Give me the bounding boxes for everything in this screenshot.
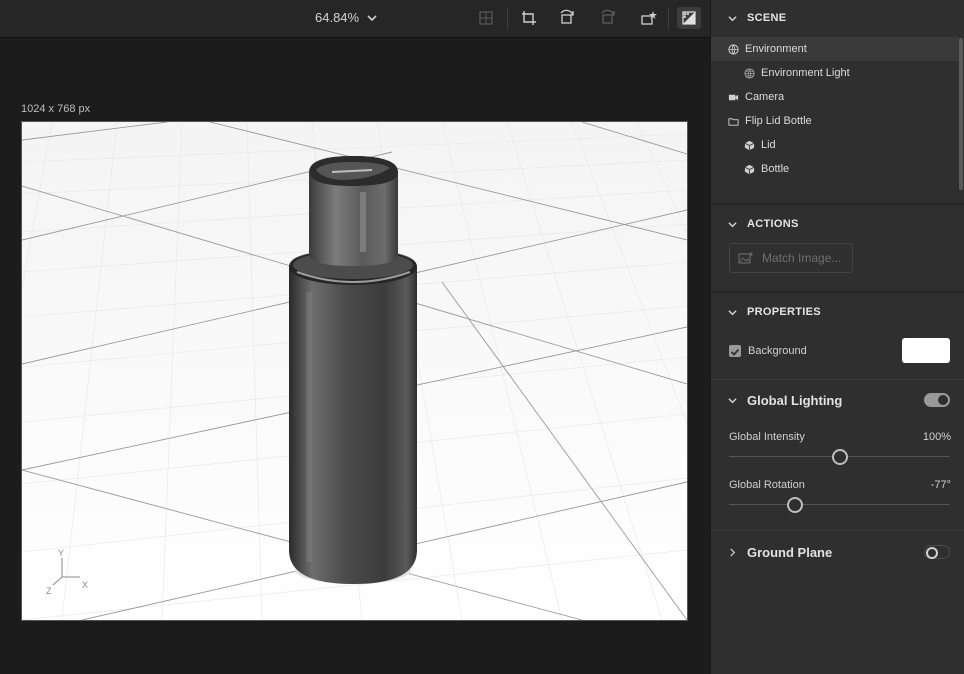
canvas-area: 1024 x 768 px Y X Z xyxy=(0,38,710,674)
cube-icon xyxy=(744,164,755,174)
scene-item-bottle[interactable]: Bottle xyxy=(711,157,959,181)
cube-icon xyxy=(744,140,755,150)
background-checkbox[interactable] xyxy=(729,345,741,357)
global-intensity-value: 100% xyxy=(922,431,951,443)
scene-section-header[interactable]: SCENE xyxy=(728,12,786,24)
rotate-icon xyxy=(560,9,574,24)
scene-item-flip-lid-bottle[interactable]: Flip Lid Bottle xyxy=(711,109,959,133)
background-label: Background xyxy=(748,345,807,357)
actions-section-header[interactable]: ACTIONS xyxy=(728,218,799,230)
global-lighting-title: Global Lighting xyxy=(747,393,843,408)
global-intensity-slider-thumb[interactable] xyxy=(831,449,848,465)
global-rotation-track[interactable] xyxy=(729,504,950,505)
scene-item-lid[interactable]: Lid xyxy=(711,133,959,157)
scene-item-environment-light[interactable]: Environment Light xyxy=(711,61,959,85)
checkmark-icon xyxy=(730,348,740,356)
camera-crop-icon xyxy=(522,11,536,25)
zoom-dropdown[interactable]: 64.84% xyxy=(315,10,377,25)
folder-icon xyxy=(728,117,739,126)
3d-viewport[interactable]: Y X Z xyxy=(21,121,688,621)
actions-title: ACTIONS xyxy=(747,218,799,230)
global-rotation-value: -77° xyxy=(930,479,951,491)
properties-section-header[interactable]: PROPERTIES xyxy=(728,306,821,318)
ground-plane-title: Ground Plane xyxy=(747,545,833,560)
match-image-button[interactable]: Match Image... xyxy=(729,243,853,273)
scene-item-label: Environment Light xyxy=(761,67,850,79)
global-lighting-header[interactable]: Global Lighting xyxy=(728,393,842,408)
rotate-disabled-icon xyxy=(601,9,615,24)
scene-item-label: Bottle xyxy=(761,163,790,175)
rotate-button[interactable] xyxy=(555,7,579,29)
global-rotation-slider-thumb[interactable] xyxy=(787,497,804,513)
chevron-down-icon xyxy=(728,221,737,227)
zoom-level: 64.84% xyxy=(315,10,360,25)
chevron-down-icon xyxy=(728,309,737,315)
render-preview-icon xyxy=(682,11,696,25)
add-light-icon xyxy=(641,11,657,25)
scene-title: SCENE xyxy=(747,12,787,24)
scene-item-environment[interactable]: Environment xyxy=(711,37,959,61)
render-preview-button[interactable] xyxy=(677,7,701,29)
scene-item-camera[interactable]: Camera xyxy=(711,85,959,109)
chevron-down-icon xyxy=(367,14,377,21)
properties-title: PROPERTIES xyxy=(747,306,821,318)
chevron-down-icon xyxy=(728,398,737,404)
axis-y-label: Y xyxy=(58,548,64,558)
ground-plane-toggle[interactable] xyxy=(924,545,950,559)
axis-x-label: X xyxy=(82,580,88,590)
global-rotation-label: Global Rotation xyxy=(729,479,805,491)
frame-button[interactable] xyxy=(474,7,498,29)
scene-render: Y X Z xyxy=(22,122,687,620)
top-toolbar: 64.84% xyxy=(0,0,710,38)
add-light-button[interactable] xyxy=(636,7,660,29)
global-intensity-label: Global Intensity xyxy=(729,431,805,443)
properties-panel: SCENE Environment Environment Light Came… xyxy=(710,0,964,674)
chevron-down-icon xyxy=(728,15,737,21)
scene-item-label: Environment xyxy=(745,43,807,55)
axis-z-label: Z xyxy=(46,586,52,596)
chevron-right-icon xyxy=(730,548,736,557)
scene-scrollbar[interactable] xyxy=(959,38,963,190)
match-image-label: Match Image... xyxy=(762,251,842,265)
frame-icon xyxy=(479,11,493,25)
global-lighting-toggle[interactable] xyxy=(924,393,950,407)
scene-item-label: Camera xyxy=(745,91,785,103)
camera-icon xyxy=(728,94,739,100)
globe-icon xyxy=(728,43,739,55)
ground-plane-header[interactable]: Ground Plane xyxy=(728,545,832,560)
image-icon xyxy=(738,252,753,264)
globe-icon xyxy=(744,67,755,79)
background-color-swatch[interactable] xyxy=(902,338,950,363)
camera-crop-button[interactable] xyxy=(517,7,541,29)
scene-item-label: Flip Lid Bottle xyxy=(745,115,812,127)
rotate-disabled-button[interactable] xyxy=(596,7,620,29)
document-size-label: 1024 x 768 px xyxy=(21,103,91,115)
scene-item-label: Lid xyxy=(761,139,776,151)
